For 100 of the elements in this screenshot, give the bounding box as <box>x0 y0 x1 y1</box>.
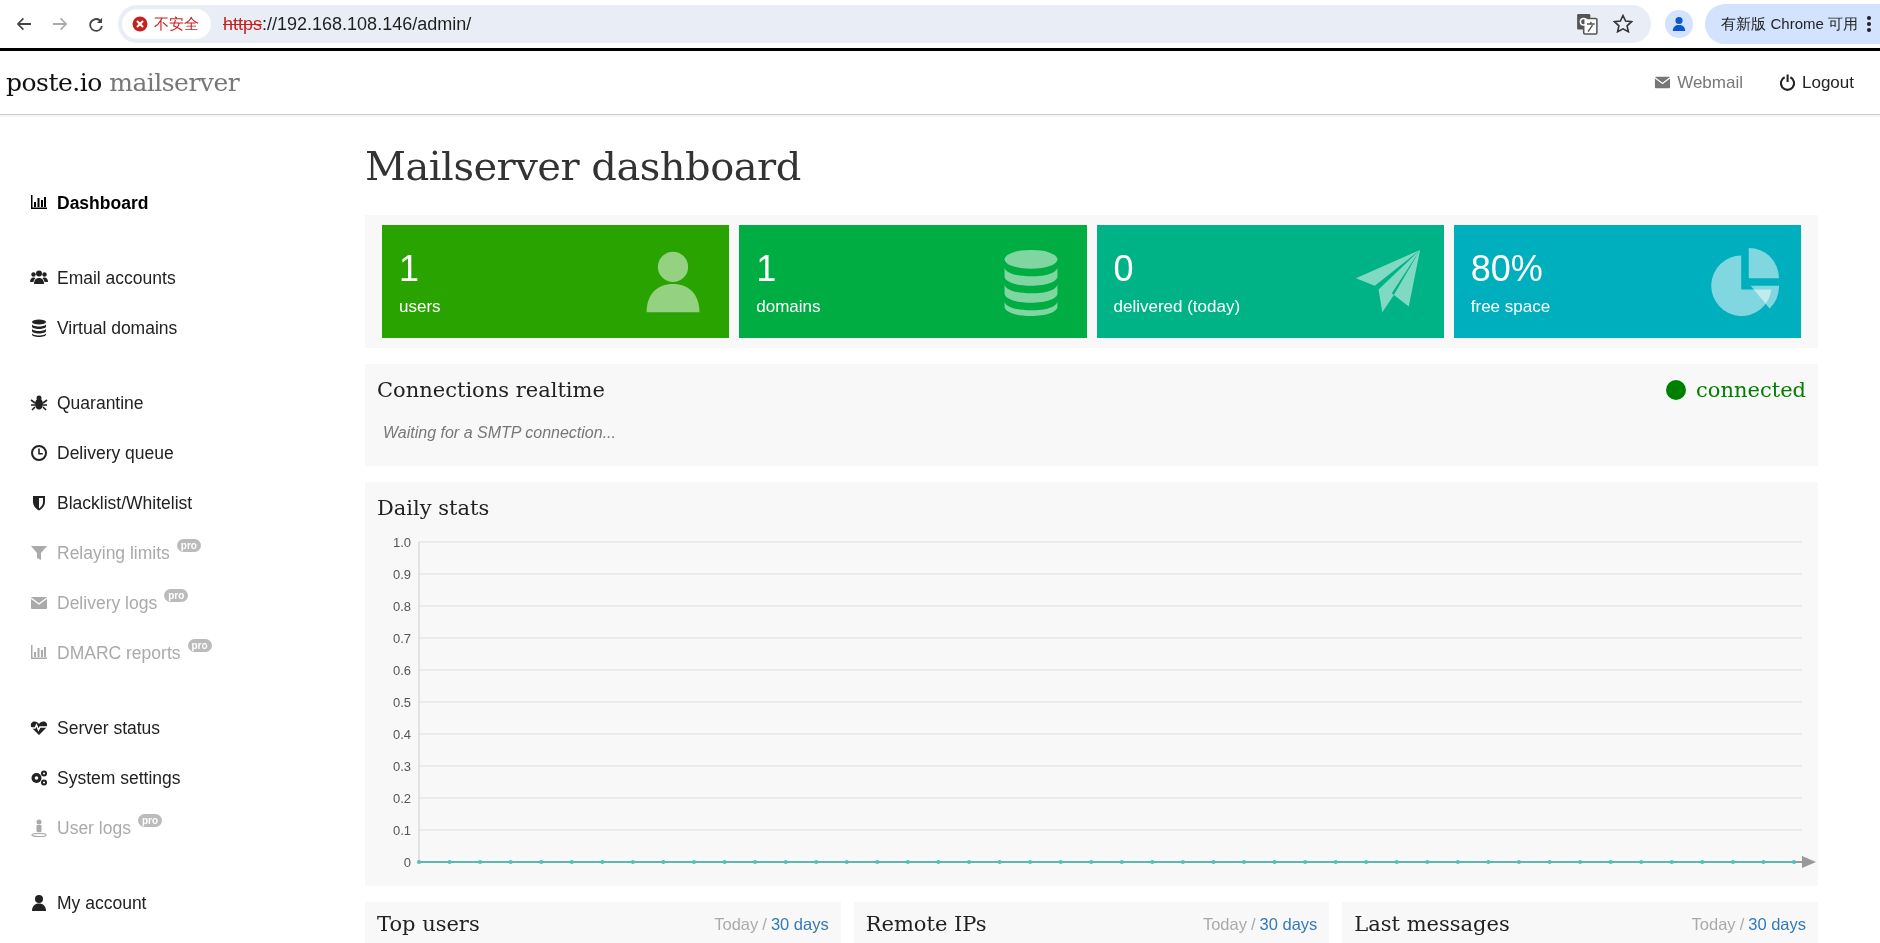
sidebar-item[interactable]: System settings <box>0 753 365 803</box>
separator-text: / <box>1250 914 1256 934</box>
warning-icon <box>132 16 148 32</box>
sidebar-item[interactable]: Delivery queue <box>0 428 365 478</box>
data-point <box>539 860 544 864</box>
data-point <box>1730 860 1735 864</box>
panel-title: Remote IPs <box>865 912 987 936</box>
data-point <box>1547 860 1552 864</box>
stat-label: free space <box>1470 296 1551 317</box>
axis-tick-label: 0.2 <box>392 791 411 806</box>
header-link[interactable]: Webmail <box>1654 72 1743 93</box>
data-point <box>753 860 758 864</box>
pie-chart-icon <box>1711 247 1779 316</box>
back-arrow-icon <box>15 15 33 33</box>
stat-value: 0 <box>1113 246 1135 291</box>
bug-icon <box>30 394 48 412</box>
status-text: connected <box>1696 378 1806 402</box>
data-point <box>1272 860 1277 864</box>
profile-button[interactable] <box>1665 10 1694 38</box>
data-point <box>1608 860 1613 864</box>
sidebar-item[interactable]: Quarantine <box>0 378 365 428</box>
heartbeat-icon <box>30 719 48 737</box>
data-point <box>1150 860 1155 864</box>
stat-value: 80% <box>1470 246 1544 291</box>
data-point <box>478 860 483 864</box>
sidebar-item[interactable]: Virtual domains <box>0 303 365 353</box>
envelope-icon <box>1654 74 1672 91</box>
url-text: https://192.168.108.146/admin/ <box>223 13 472 35</box>
page-title: Mailserver dashboard <box>365 142 802 191</box>
update-chrome-button[interactable]: 有新版 Chrome 可用 <box>1705 4 1880 44</box>
data-point <box>967 860 971 864</box>
data-point <box>1517 860 1521 864</box>
axis-tick-label: 0.4 <box>392 727 411 742</box>
data-point <box>1455 860 1460 864</box>
data-point <box>1242 860 1246 864</box>
bar-chart-icon <box>30 644 48 662</box>
axis-tick-label: 0.3 <box>392 759 411 774</box>
period-link[interactable]: 30 days <box>1259 914 1318 934</box>
data-point <box>1119 860 1124 864</box>
data-point <box>1089 860 1094 864</box>
panel-title: Top users <box>377 912 480 936</box>
data-point <box>630 860 635 864</box>
data-point <box>1700 860 1705 864</box>
data-point <box>1058 860 1063 864</box>
pro-tag: pro <box>187 639 212 652</box>
period-link[interactable]: 30 days <box>1748 914 1806 934</box>
person-icon <box>30 819 48 837</box>
axis-tick-label: 0.7 <box>392 631 411 646</box>
panel-title: Connections realtime <box>377 378 605 402</box>
star-icon <box>1613 14 1634 34</box>
separator-text: / <box>762 914 767 934</box>
user-icon <box>30 894 48 912</box>
shield-icon <box>30 494 48 512</box>
axis-tick-label: 0.1 <box>392 823 411 838</box>
bar-chart-icon <box>30 194 48 212</box>
data-point <box>936 860 941 864</box>
sidebar-item[interactable]: Dashboard <box>0 178 365 228</box>
data-point <box>508 860 513 864</box>
sidebar-item[interactable]: Server status <box>0 703 365 753</box>
more-icon <box>1866 15 1872 33</box>
data-point <box>1639 860 1644 864</box>
data-point <box>1180 860 1185 864</box>
data-point <box>1028 860 1033 864</box>
sidebar-item[interactable]: Blacklist/Whitelist <box>0 478 365 528</box>
data-point <box>844 860 849 864</box>
sidebar-item[interactable]: Email accounts <box>0 253 365 303</box>
data-point <box>417 860 421 864</box>
separator-text: / <box>1739 914 1745 934</box>
users-icon <box>30 269 48 287</box>
data-point <box>997 860 1002 864</box>
period-link[interactable]: 30 days <box>770 914 829 934</box>
data-point <box>875 860 880 864</box>
axis-tick-label: 0.8 <box>392 599 411 614</box>
axis-tick-label: 0 <box>403 855 411 870</box>
header-link[interactable]: Logout <box>1779 72 1854 93</box>
pro-tag: pro <box>137 814 163 827</box>
data-point <box>1578 860 1583 864</box>
security-chip[interactable]: 不安全 <box>122 9 211 39</box>
envelope-icon <box>30 594 48 612</box>
data-point <box>1211 860 1216 864</box>
data-point <box>905 860 910 864</box>
stat-value: 1 <box>399 246 421 291</box>
status-message: Waiting for a SMTP connection... <box>383 424 617 442</box>
data-point <box>722 860 727 864</box>
data-point <box>1761 860 1766 864</box>
data-point <box>783 860 788 864</box>
data-point <box>661 860 666 864</box>
data-point <box>1486 860 1491 864</box>
axis-tick-label: 0.5 <box>392 695 411 710</box>
forward-arrow-icon <box>51 15 69 33</box>
database-icon <box>30 319 48 337</box>
sidebar-item[interactable]: My account <box>0 878 365 928</box>
address-bar[interactable]: 不安全 https://192.168.108.146/admin/ <box>118 5 1652 43</box>
data-point <box>1425 860 1430 864</box>
power-icon <box>1779 74 1796 91</box>
gears-icon <box>30 769 48 787</box>
brand-logo[interactable]: poste.io mailserver <box>6 68 240 97</box>
axis-tick-label: 1.0 <box>392 535 411 550</box>
pro-tag: pro <box>164 589 189 602</box>
data-point <box>447 860 452 864</box>
